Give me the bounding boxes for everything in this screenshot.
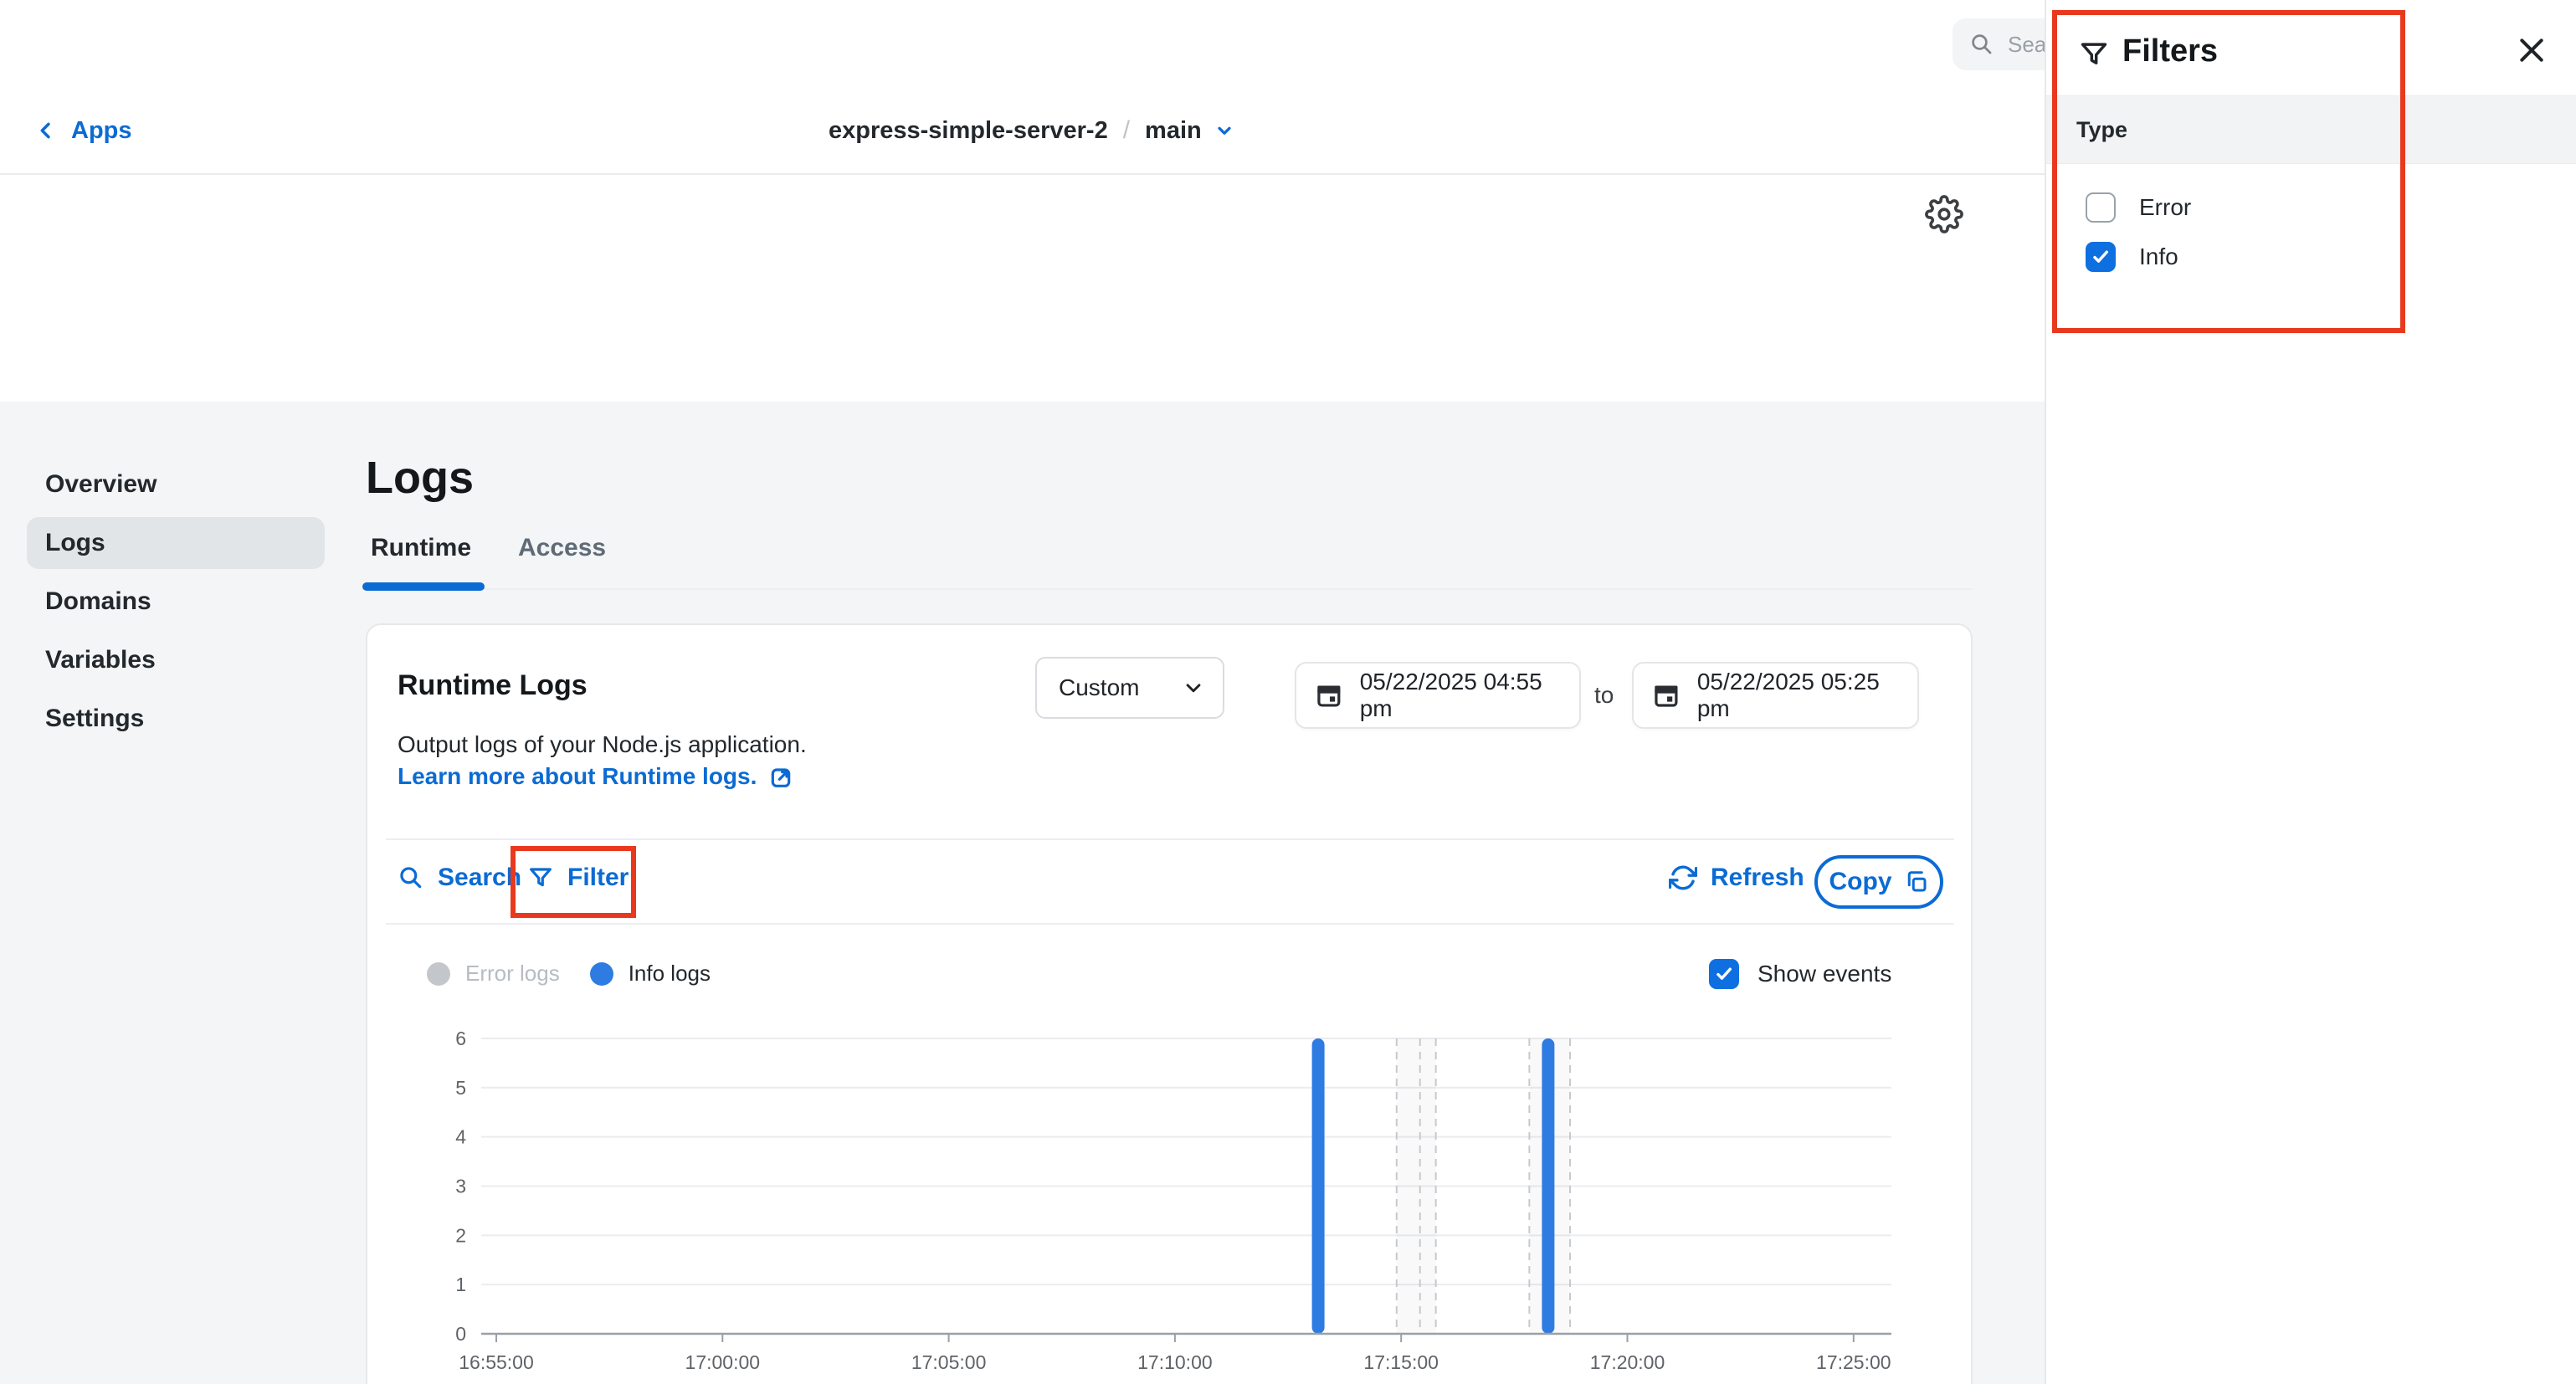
date-from-field[interactable]: 05/22/2025 04:55 pm [1295,662,1581,729]
copy-button-label: Copy [1829,868,1892,896]
log-search-button[interactable]: Search [398,864,521,892]
app-screen: Sea Apps express-simple-server-2 / main … [0,0,2576,1384]
tab-access[interactable]: Access [518,534,606,579]
x-tick-label: 17:25:00 [1816,1351,1891,1373]
refresh-button-label: Refresh [1711,864,1804,892]
date-to-value: 05/22/2025 05:25 pm [1697,669,1917,722]
learn-more-link[interactable]: Learn more about Runtime logs. [398,763,795,790]
sidebar-nav: Overview Logs Domains Variables Settings [27,459,325,745]
info-option-label: Info [2139,243,2178,270]
chevron-down-icon [1181,675,1206,700]
y-tick-label: 1 [455,1274,466,1295]
x-tick-label: 16:55:00 [459,1351,534,1373]
y-tick-label: 6 [455,1028,466,1049]
sidebar-item-logs[interactable]: Logs [27,517,325,569]
runtime-logs-title: Runtime Logs [398,669,588,702]
chevron-left-icon [34,119,58,142]
info-checkbox[interactable] [2086,242,2116,272]
filter-section-type: Type [2046,95,2576,164]
event-region [1397,1038,1436,1334]
legend-item-info-logs[interactable]: Info logs [590,961,711,987]
error-logs-label: Error logs [465,961,560,987]
active-tab-indicator [362,582,485,591]
external-link-icon [768,763,795,790]
x-tick-label: 17:20:00 [1590,1351,1665,1373]
show-events-label: Show events [1758,961,1891,987]
filters-drawer-header: Filters [2046,0,2576,95]
y-tick-label: 0 [455,1323,466,1345]
error-option-label: Error [2139,194,2191,221]
breadcrumb: express-simple-server-2 / main [829,88,1235,173]
date-from-value: 05/22/2025 04:55 pm [1360,669,1579,722]
learn-more-label: Learn more about Runtime logs. [398,763,757,790]
time-range-select[interactable]: Custom [1035,657,1224,719]
error-logs-dot [427,962,450,986]
search-icon [398,864,424,891]
chart-bar [1312,1038,1325,1334]
toolbar-divider-bottom [386,923,1954,925]
filters-drawer: Filters Type Error Info [2045,0,2576,1384]
date-range-to-label: to [1594,682,1614,709]
x-tick-label: 17:05:00 [911,1351,987,1373]
info-logs-dot [590,962,613,986]
x-tick-label: 17:00:00 [685,1351,761,1373]
back-to-apps-link[interactable]: Apps [34,88,132,173]
sidebar-item-variables[interactable]: Variables [27,634,325,686]
sidebar-item-settings[interactable]: Settings [27,693,325,745]
y-tick-label: 2 [455,1224,466,1246]
time-range-selected-value: Custom [1059,674,1139,701]
show-events-toggle[interactable]: Show events [1709,959,1891,989]
filters-drawer-title: Filters [2122,33,2218,69]
filter-option-info[interactable]: Info [2086,242,2178,272]
chart-legend: Error logs Info logs [427,961,711,987]
y-tick-label: 5 [455,1077,466,1099]
refresh-button[interactable]: Refresh [1669,864,1804,892]
calendar-icon [1652,681,1681,710]
logs-page-heading: Logs [366,452,474,504]
copy-logs-button[interactable]: Copy [1814,855,1943,909]
close-icon [2515,33,2548,67]
error-checkbox[interactable] [2086,192,2116,223]
log-filter-button[interactable]: Filter [527,864,629,892]
x-tick-label: 17:10:00 [1137,1351,1213,1373]
chevron-down-icon [1214,120,1235,141]
copy-icon [1904,869,1929,894]
runtime-logs-description: Output logs of your Node.js application. [398,731,807,758]
refresh-icon [1669,864,1697,892]
filter-option-error[interactable]: Error [2086,192,2191,223]
info-logs-label: Info logs [629,961,711,987]
tab-runtime[interactable]: Runtime [371,534,471,579]
x-tick-label: 17:15:00 [1363,1351,1439,1373]
breadcrumb-app-name: express-simple-server-2 [829,117,1108,145]
runtime-logs-chart: 0 1 2 3 4 5 6 16:55:00 17:00:00 17:05:00 17:10:00 1… [418,1023,1958,1384]
funnel-icon [2078,38,2110,70]
toolbar-divider-top [386,838,1954,840]
show-events-checkbox[interactable] [1709,959,1739,989]
filter-button-label: Filter [567,864,629,892]
date-to-field[interactable]: 05/22/2025 05:25 pm [1632,662,1919,729]
breadcrumb-separator: / [1123,116,1130,145]
funnel-icon [527,864,554,891]
sidebar-item-domains[interactable]: Domains [27,576,325,628]
tabs-divider [362,588,1973,590]
calendar-icon [1315,681,1343,710]
close-drawer-button[interactable] [2515,30,2555,70]
settings-gear-button[interactable] [1925,192,1970,237]
legend-item-error-logs[interactable]: Error logs [427,961,560,987]
search-button-label: Search [438,864,521,892]
logs-tabs: Runtime Access [371,534,606,579]
gear-icon [1925,195,1963,233]
chart-bar [1542,1038,1554,1334]
environment-switcher[interactable]: main [1145,117,1235,145]
check-icon [2090,246,2112,268]
search-icon [1969,32,1994,57]
filter-section-label: Type [2076,117,2127,143]
check-icon [1713,963,1735,985]
back-link-label: Apps [71,117,132,145]
search-placeholder: Sea [2008,32,2046,58]
environment-name: main [1145,117,1202,145]
y-tick-label: 4 [455,1126,466,1148]
y-tick-label: 3 [455,1176,466,1197]
sidebar-item-overview[interactable]: Overview [27,459,325,510]
